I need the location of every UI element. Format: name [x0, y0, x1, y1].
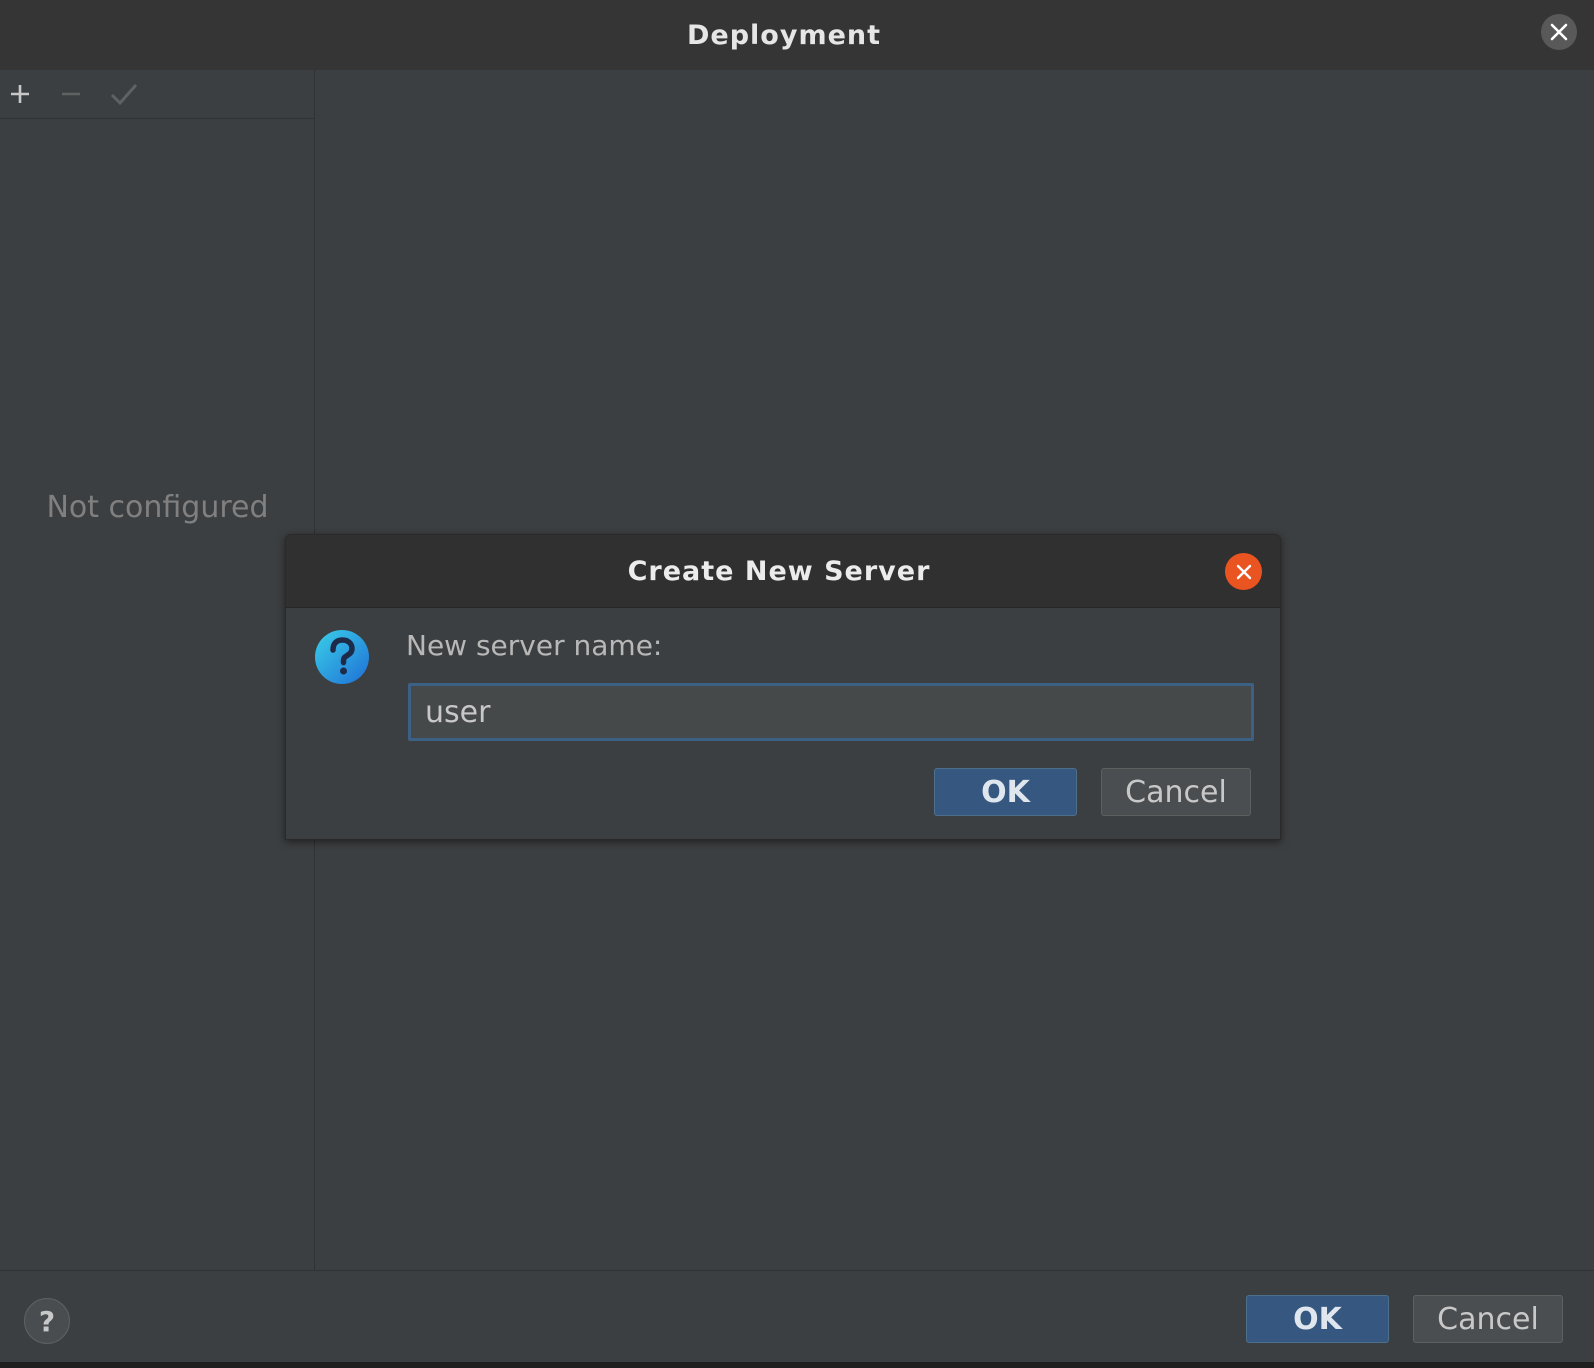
window-titlebar: Deployment — [0, 0, 1594, 70]
window-bottom-edge — [0, 1362, 1594, 1368]
modal-title: Create New Server — [627, 555, 931, 587]
modal-titlebar: Create New Server — [286, 535, 1280, 608]
minus-icon — [62, 92, 80, 96]
question-icon — [315, 630, 369, 684]
window-close-button[interactable] — [1541, 14, 1577, 50]
modal-close-button[interactable] — [1225, 553, 1262, 590]
close-icon — [1236, 564, 1251, 579]
window-title: Deployment — [686, 19, 882, 51]
modal-ok-button[interactable]: OK — [934, 768, 1077, 816]
apply-default-button[interactable] — [106, 76, 142, 112]
remove-server-button[interactable] — [53, 76, 89, 112]
cancel-button[interactable]: Cancel — [1413, 1295, 1563, 1343]
help-button[interactable]: ? — [24, 1298, 70, 1344]
server-name-label: New server name: — [406, 629, 663, 662]
checkmark-icon — [110, 84, 138, 106]
modal-cancel-button[interactable]: Cancel — [1101, 768, 1251, 816]
deployment-window: Deployment Not configured ? OK Cancel Cr… — [0, 0, 1594, 1368]
dialog-footer: ? OK Cancel — [0, 1270, 1594, 1368]
add-server-button[interactable] — [2, 76, 38, 112]
server-list-toolbar — [0, 70, 315, 119]
help-icon: ? — [38, 1304, 56, 1338]
server-list-panel: Not configured — [0, 70, 315, 1270]
plus-icon — [11, 85, 29, 103]
create-server-dialog: Create New Server New server name: OK Ca… — [285, 534, 1281, 840]
server-name-input[interactable] — [408, 683, 1254, 741]
empty-state-text: Not configured — [46, 490, 269, 525]
ok-button[interactable]: OK — [1246, 1295, 1389, 1343]
close-icon — [1550, 23, 1568, 41]
